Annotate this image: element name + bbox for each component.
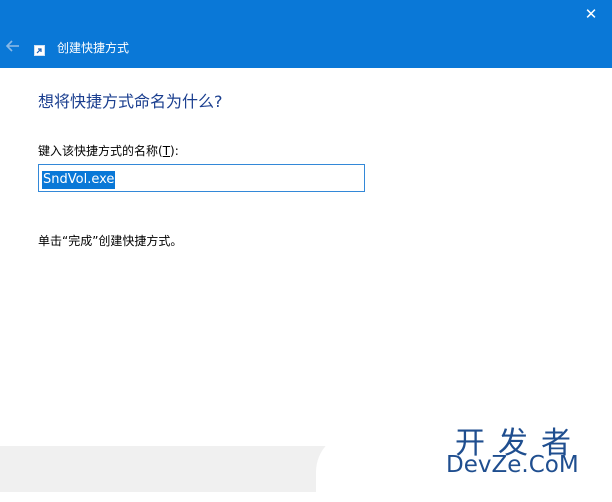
- wizard-title: 创建快捷方式: [57, 41, 130, 55]
- field-label-accelerator: T: [162, 144, 171, 158]
- shortcut-name-input[interactable]: SndVol.exe: [38, 164, 365, 192]
- close-button[interactable]: ✕: [578, 2, 604, 26]
- shortcut-name-value: SndVol.exe: [42, 171, 116, 189]
- watermark-text-en: DevZe.CoM: [446, 452, 579, 478]
- wizard-titlebar: ✕ 创建快捷方式: [0, 0, 612, 68]
- finish-instruction: 单击“完成”创建快捷方式。: [38, 234, 183, 248]
- page-heading: 想将快捷方式命名为什么?: [38, 92, 223, 111]
- shortcut-icon: [34, 45, 45, 56]
- back-arrow-icon: [5, 40, 19, 52]
- shortcut-name-label: 键入该快捷方式的名称(T):: [38, 142, 179, 159]
- back-button[interactable]: [4, 36, 24, 56]
- field-label-suffix: ):: [170, 144, 179, 158]
- field-label-text: 键入该快捷方式的名称(: [38, 144, 163, 158]
